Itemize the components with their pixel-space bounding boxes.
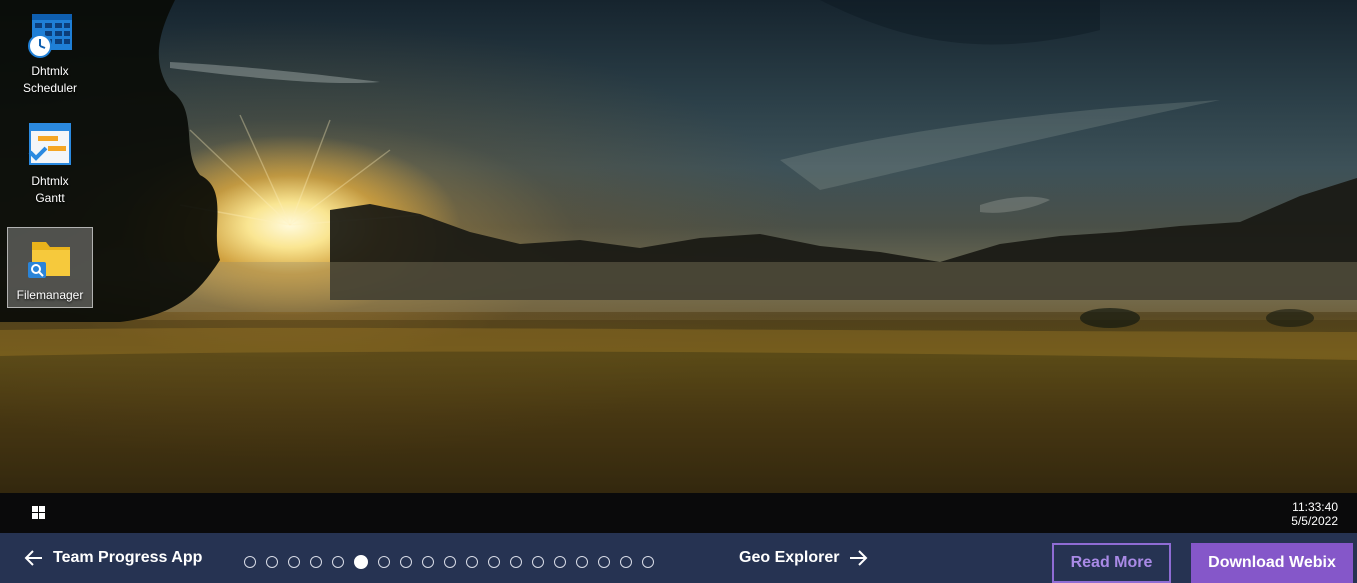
pagination-dot[interactable] (400, 556, 412, 568)
pagination-dot[interactable] (620, 556, 632, 568)
next-demo-link[interactable]: Geo Explorer (739, 533, 868, 583)
desktop-icon-label: Dhtmlx Gantt (31, 174, 69, 205)
pagination-dot[interactable] (554, 556, 566, 568)
gantt-chart-icon (26, 122, 74, 170)
previous-demo-link[interactable]: Team Progress App (24, 533, 202, 583)
previous-demo-label: Team Progress App (53, 549, 203, 566)
pagination-dot[interactable] (266, 556, 278, 568)
windows-start-icon[interactable] (32, 506, 46, 520)
download-webix-button[interactable]: Download Webix (1191, 543, 1353, 583)
wallpaper-landscape (0, 0, 1357, 493)
pagination-dot[interactable] (488, 556, 500, 568)
pagination-dot-active[interactable] (354, 555, 368, 569)
next-demo-label: Geo Explorer (739, 549, 840, 566)
read-more-button[interactable]: Read More (1052, 543, 1171, 583)
pagination-dot[interactable] (378, 556, 390, 568)
clock-time: 11:33:40 (1292, 500, 1338, 514)
arrow-right-icon (850, 550, 868, 566)
desktop-icon-filemanager[interactable]: Filemanager (7, 227, 93, 308)
demo-navigation-bar: Team Progress App Geo Explorer Read More… (0, 533, 1357, 583)
pagination-dot[interactable] (244, 556, 256, 568)
pagination-dot[interactable] (510, 556, 522, 568)
scheduler-calendar-clock-icon (26, 12, 74, 60)
desktop-icon-dhtmlx-gantt[interactable]: Dhtmlx Gantt (8, 122, 92, 207)
desktop-wallpaper[interactable]: Dhtmlx Scheduler Dhtmlx Gantt Filemanage… (0, 0, 1357, 493)
pagination-dot[interactable] (310, 556, 322, 568)
desktop-icon-label: Filemanager (16, 288, 84, 302)
clock-date: 5/5/2022 (1291, 514, 1338, 528)
pagination-dot[interactable] (332, 556, 344, 568)
pagination-dot[interactable] (466, 556, 478, 568)
pagination-dot[interactable] (576, 556, 588, 568)
pagination-dot[interactable] (288, 556, 300, 568)
demo-pagination-dots (244, 555, 654, 570)
pagination-dot[interactable] (642, 556, 654, 568)
pagination-dot[interactable] (422, 556, 434, 568)
pagination-dot[interactable] (532, 556, 544, 568)
page: Dhtmlx Scheduler Dhtmlx Gantt Filemanage… (0, 0, 1357, 583)
taskbar-clock[interactable]: 11:33:40 5/5/2022 (1291, 500, 1338, 528)
desktop-icon-dhtmlx-scheduler[interactable]: Dhtmlx Scheduler (8, 12, 92, 97)
arrow-left-icon (24, 550, 42, 566)
taskbar: 11:33:40 5/5/2022 (0, 493, 1357, 533)
folder-search-icon (26, 236, 74, 284)
pagination-dot[interactable] (444, 556, 456, 568)
desktop-icon-label: Dhtmlx Scheduler (22, 64, 78, 95)
pagination-dot[interactable] (598, 556, 610, 568)
